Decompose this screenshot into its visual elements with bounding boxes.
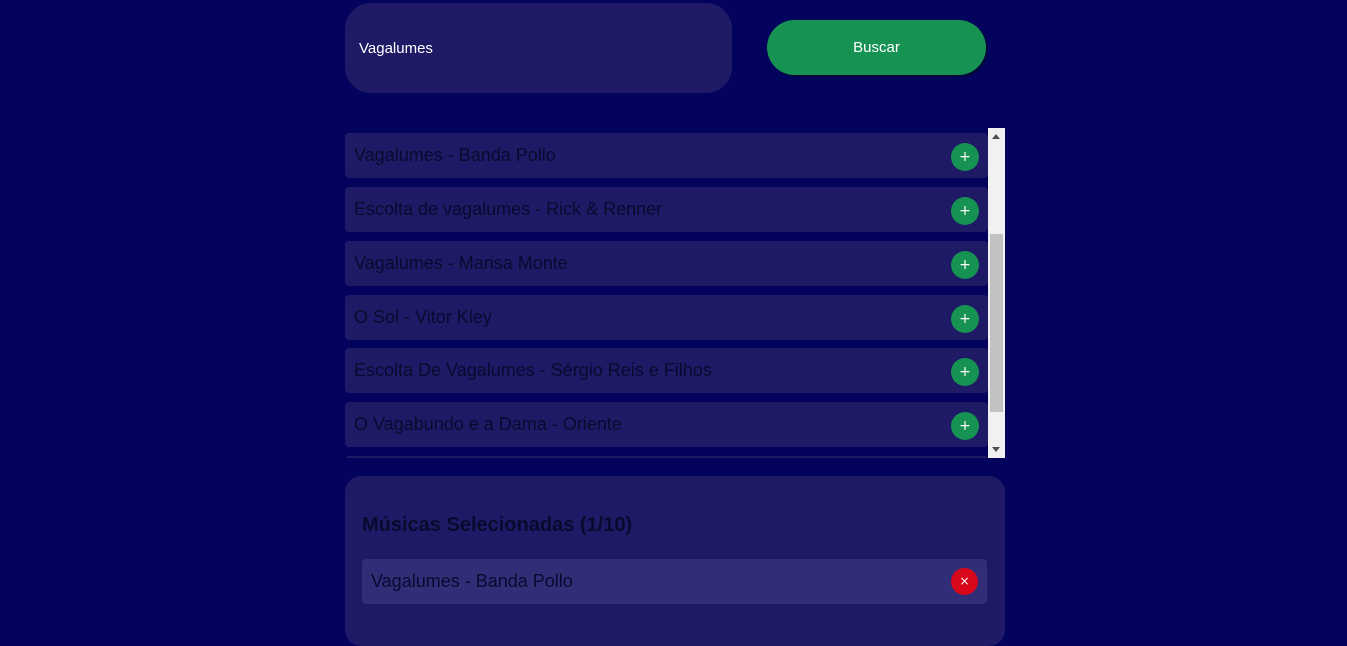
scroll-down-arrow-icon[interactable] — [992, 447, 1000, 452]
result-label: Escolta De Vagalumes - Sérgio Reis e Fil… — [354, 360, 712, 380]
add-song-button[interactable]: + — [951, 143, 979, 171]
selected-song-item: Vagalumes - Banda Pollo × — [362, 559, 987, 604]
result-item: Escolta de vagalumes - Rick & Renner + — [345, 187, 988, 232]
search-input[interactable] — [345, 3, 732, 93]
remove-song-button[interactable]: × — [951, 568, 978, 595]
result-label: Vagalumes - Marisa Monte — [354, 253, 568, 273]
selected-song-label: Vagalumes - Banda Pollo — [371, 571, 573, 591]
results-scrollbar[interactable] — [988, 128, 1005, 458]
add-song-button[interactable]: + — [951, 358, 979, 386]
search-button[interactable]: Buscar — [767, 20, 986, 75]
result-label: Escolta de vagalumes - Rick & Renner — [354, 199, 663, 219]
selected-songs-panel: Músicas Selecionadas (1/10) Vagalumes - … — [345, 476, 1005, 646]
result-item: Vagalumes - Marisa Monte + — [345, 241, 988, 286]
result-item: Escolta De Vagalumes - Sérgio Reis e Fil… — [345, 348, 988, 393]
results-panel: Vagalumes - Banda Pollo + Escolta de vag… — [345, 128, 1005, 458]
result-item — [345, 456, 988, 458]
search-bar: Buscar — [345, 3, 1005, 93]
selected-songs-title: Músicas Selecionadas (1/10) — [362, 514, 633, 536]
add-song-button[interactable]: + — [951, 251, 979, 279]
result-item: O Vagabundo e a Dama - Oriente + — [345, 402, 988, 447]
result-label: Vagalumes - Banda Pollo — [354, 145, 556, 165]
scroll-up-arrow-icon[interactable] — [992, 134, 1000, 139]
add-song-button[interactable]: + — [951, 412, 979, 440]
result-label: O Sol - Vitor Kley — [354, 307, 492, 327]
result-item: Vagalumes - Banda Pollo + — [345, 133, 988, 178]
results-list: Vagalumes - Banda Pollo + Escolta de vag… — [345, 128, 988, 458]
scroll-thumb[interactable] — [990, 234, 1003, 412]
add-song-button[interactable]: + — [951, 197, 979, 225]
result-item: O Sol - Vitor Kley + — [345, 295, 988, 340]
add-song-button[interactable]: + — [951, 305, 979, 333]
result-label: O Vagabundo e a Dama - Oriente — [354, 414, 622, 434]
